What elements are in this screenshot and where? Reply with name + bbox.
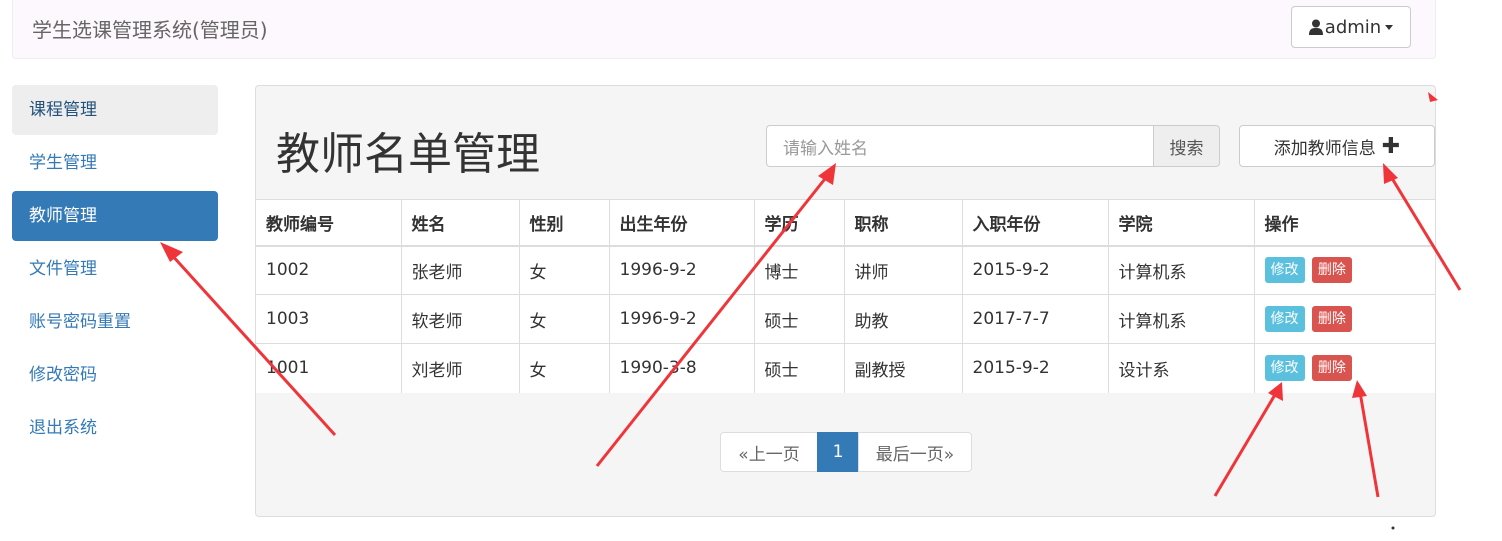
dot-mark (1391, 526, 1395, 530)
delete-button[interactable]: 删除 (1311, 355, 1352, 382)
pagination: «上一页 1 最后一页» (720, 432, 972, 472)
teacher-table: 教师编号 姓名 性别 出生年份 学历 职称 入职年份 学院 操作 1002 张老… (256, 199, 1435, 393)
cell-birth: 1996-9-2 (609, 294, 755, 344)
cell-gender: 女 (519, 245, 610, 295)
cell-hire-date: 2015-9-2 (962, 245, 1109, 295)
cell-birth: 1990-3-8 (609, 343, 755, 393)
edit-button[interactable]: 修改 (1264, 355, 1305, 382)
delete-button[interactable]: 删除 (1311, 306, 1352, 332)
column-header: 职称 (844, 199, 963, 247)
cell-name: 张老师 (401, 245, 520, 295)
search-group: 请输入姓名 搜索 (766, 125, 1220, 167)
edit-button[interactable]: 修改 (1264, 257, 1305, 284)
edit-button[interactable]: 修改 (1264, 306, 1305, 332)
cell-actions: 修改 删除 (1254, 343, 1435, 393)
plus-icon: ✚ (1381, 133, 1401, 159)
sidebar-item-files[interactable]: 文件管理 (12, 244, 218, 294)
cell-title: 讲师 (844, 245, 963, 295)
search-input[interactable]: 请输入姓名 (766, 125, 1153, 167)
cell-degree: 硕士 (754, 294, 845, 344)
add-teacher-label: 添加教师信息 (1273, 138, 1376, 159)
cell-gender: 女 (519, 343, 610, 393)
sidebar-item-logout[interactable]: 退出系统 (12, 403, 218, 453)
table-row: 1002 张老师 女 1996-9-2 博士 讲师 2015-9-2 计算机系 … (256, 245, 1435, 295)
column-header: 入职年份 (962, 199, 1109, 247)
add-teacher-button[interactable]: 添加教师信息 ✚ (1239, 125, 1435, 167)
cell-gender: 女 (519, 294, 610, 344)
prev-page-button[interactable]: «上一页 (720, 432, 818, 472)
cell-actions: 修改 删除 (1254, 245, 1435, 295)
cell-title: 副教授 (844, 343, 963, 393)
cell-degree: 博士 (754, 245, 845, 295)
search-button[interactable]: 搜索 (1153, 125, 1220, 167)
cell-id: 1002 (256, 245, 402, 295)
cell-college: 计算机系 (1108, 245, 1255, 295)
current-page-button[interactable]: 1 (817, 432, 859, 472)
table-header-row: 教师编号 姓名 性别 出生年份 学历 职称 入职年份 学院 操作 (256, 199, 1435, 247)
app-brand[interactable]: 学生选课管理系统(管理员) (32, 14, 268, 43)
cell-id: 1003 (256, 294, 402, 344)
column-header: 性别 (519, 199, 610, 247)
column-header: 操作 (1254, 199, 1435, 247)
user-icon (1308, 19, 1323, 35)
sidebar-item-teachers[interactable]: 教师管理 (12, 191, 218, 241)
last-page-button[interactable]: 最后一页» (858, 432, 972, 472)
cell-actions: 修改 删除 (1254, 294, 1435, 344)
sidebar-item-courses[interactable]: 课程管理 (12, 85, 218, 135)
table-row: 1001 刘老师 女 1990-3-8 硕士 副教授 2015-9-2 设计系 … (256, 343, 1435, 393)
sidebar-item-account-reset[interactable]: 账号密码重置 (12, 297, 218, 347)
main-panel: 教师名单管理 请输入姓名 搜索 添加教师信息 ✚ 教师编号 姓名 性别 出生年份… (255, 85, 1436, 517)
cell-degree: 硕士 (754, 343, 845, 393)
user-menu-button[interactable]: admin (1291, 6, 1411, 48)
column-header: 教师编号 (256, 199, 402, 247)
user-name: admin (1324, 16, 1382, 38)
cell-birth: 1996-9-2 (609, 245, 755, 295)
cell-name: 刘老师 (401, 343, 520, 393)
table-row: 1003 软老师 女 1996-9-2 硕士 助教 2017-7-7 计算机系 … (256, 294, 1435, 344)
page-title: 教师名单管理 (276, 129, 540, 180)
column-header: 学历 (754, 199, 845, 247)
sidebar-item-change-password[interactable]: 修改密码 (12, 350, 218, 400)
column-header: 姓名 (401, 199, 520, 247)
cell-college: 计算机系 (1108, 294, 1255, 344)
cell-hire-date: 2017-7-7 (962, 294, 1109, 344)
cell-id: 1001 (256, 343, 402, 393)
cell-college: 设计系 (1108, 343, 1255, 393)
cell-title: 助教 (844, 294, 963, 344)
top-navbar: 学生选课管理系统(管理员) admin (12, 0, 1436, 59)
column-header: 出生年份 (609, 199, 755, 247)
cell-hire-date: 2015-9-2 (962, 343, 1109, 393)
delete-button[interactable]: 删除 (1311, 257, 1352, 284)
sidebar-item-students[interactable]: 学生管理 (12, 138, 218, 188)
cell-name: 软老师 (401, 294, 520, 344)
column-header: 学院 (1108, 199, 1255, 247)
sidebar: 课程管理 学生管理 教师管理 文件管理 账号密码重置 修改密码 退出系统 (12, 85, 218, 456)
caret-down-icon (1385, 24, 1394, 30)
